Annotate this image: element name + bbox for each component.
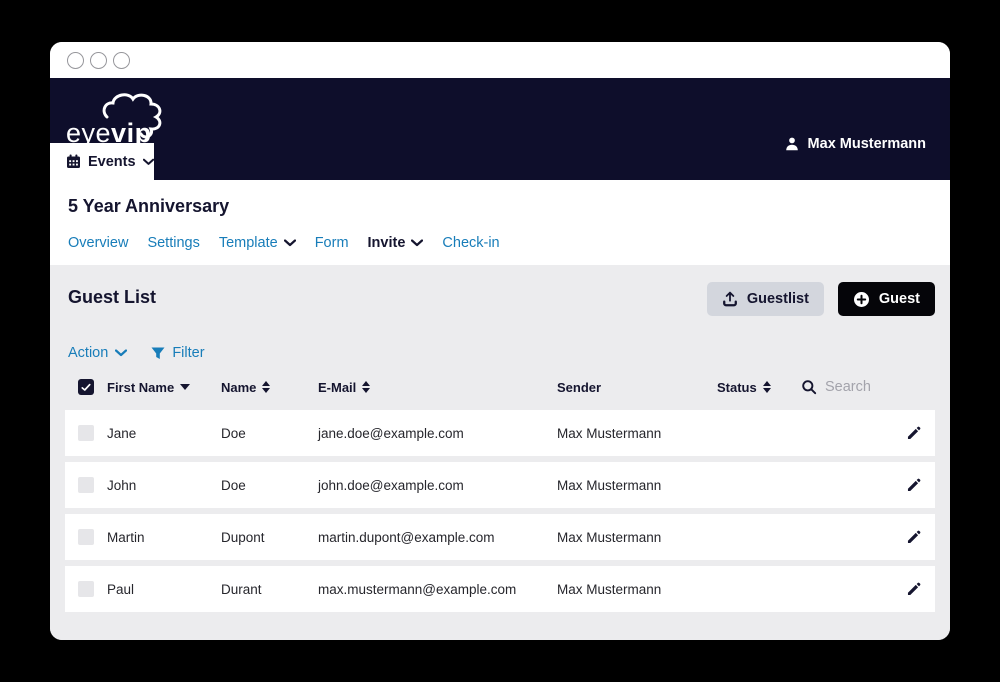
row-checkbox[interactable]	[78, 425, 94, 441]
column-header-name[interactable]: Name	[221, 380, 318, 395]
cell-first-name: John	[107, 477, 137, 493]
edit-guest-button[interactable]	[906, 529, 922, 545]
cell-name: Dupont	[221, 529, 265, 545]
guest-list-section: Guest List Guestlist Guest Action Filter…	[50, 265, 950, 640]
event-section: 5 Year Anniversary Overview Settings Tem…	[50, 180, 950, 265]
sort-desc-icon[interactable]	[180, 384, 191, 390]
column-header-first-name[interactable]: First Name	[107, 380, 221, 395]
select-all-checkbox[interactable]	[78, 379, 94, 395]
action-label: Action	[68, 345, 109, 361]
check-icon	[81, 383, 91, 391]
action-dropdown[interactable]: Action	[68, 345, 128, 361]
app-header: eye vip Max Mustermann Events	[50, 78, 950, 180]
cell-sender: Max Mustermann	[557, 425, 662, 441]
nav-tab-events[interactable]: Events	[50, 143, 154, 180]
cell-name: Durant	[221, 581, 262, 597]
guest-list-actions: Guestlist Guest	[706, 282, 935, 316]
cell-first-name: Martin	[107, 529, 145, 545]
window-control-icon[interactable]	[113, 51, 130, 69]
tab-form[interactable]: Form	[315, 235, 349, 251]
pencil-icon	[907, 530, 921, 544]
cell-name: Doe	[221, 477, 246, 493]
window-control-icon[interactable]	[90, 51, 107, 69]
cell-email: john.doe@example.com	[318, 477, 464, 493]
page-title: 5 Year Anniversary	[68, 196, 230, 216]
row-checkbox[interactable]	[78, 477, 94, 493]
user-menu[interactable]: Max Mustermann	[784, 136, 926, 152]
tab-invite[interactable]: Invite	[368, 235, 424, 251]
table-header: First Name Name E-Mail Sender Status	[65, 372, 935, 402]
cloud-icon	[102, 93, 162, 139]
edit-guest-button[interactable]	[906, 581, 922, 597]
edit-guest-button[interactable]	[906, 425, 922, 441]
upload-icon	[722, 291, 737, 307]
cell-sender: Max Mustermann	[557, 529, 662, 545]
row-checkbox[interactable]	[78, 581, 94, 597]
tab-template[interactable]: Template	[219, 235, 296, 251]
person-icon	[785, 137, 798, 151]
events-tab-label: Events	[88, 153, 136, 170]
window-control-icon[interactable]	[67, 51, 84, 69]
cell-sender: Max Mustermann	[557, 581, 662, 597]
chevron-down-icon	[142, 158, 154, 165]
filter-button[interactable]: Filter	[151, 345, 205, 361]
cell-name: Doe	[221, 425, 246, 441]
tab-overview[interactable]: Overview	[68, 235, 128, 251]
tab-checkin[interactable]: Check-in	[442, 235, 499, 251]
column-header-sender: Sender	[557, 379, 602, 395]
chevron-down-icon	[115, 349, 128, 357]
app-window: eye vip Max Mustermann Events 5 Year Ann…	[50, 42, 950, 640]
column-header-status[interactable]: Status	[717, 380, 801, 395]
calendar-icon	[67, 154, 80, 168]
guest-table-body: Jane Doe jane.doe@example.com Max Muster…	[65, 410, 935, 618]
cell-sender: Max Mustermann	[557, 477, 662, 493]
add-guest-button[interactable]: Guest	[837, 282, 935, 316]
table-search	[801, 378, 927, 396]
cell-email: martin.dupont@example.com	[318, 529, 495, 545]
guest-list-title: Guest List	[68, 287, 157, 307]
cell-first-name: Paul	[107, 581, 135, 597]
sort-icon[interactable]	[762, 381, 771, 393]
sort-icon[interactable]	[262, 381, 271, 393]
filter-label: Filter	[172, 345, 205, 361]
pencil-icon	[907, 426, 921, 440]
event-nav: Overview Settings Template Form Invite C…	[68, 235, 500, 251]
pencil-icon	[907, 582, 921, 596]
pencil-icon	[907, 478, 921, 492]
guest-button-label: Guest	[878, 291, 920, 307]
window-titlebar	[50, 42, 950, 78]
table-row: Martin Dupont martin.dupont@example.com …	[65, 514, 935, 560]
column-header-email[interactable]: E-Mail	[318, 380, 557, 395]
row-checkbox[interactable]	[78, 529, 94, 545]
cell-email: max.mustermann@example.com	[318, 581, 517, 597]
table-toolbar: Action Filter	[68, 345, 205, 361]
cell-first-name: Jane	[107, 425, 137, 441]
table-row: Jane Doe jane.doe@example.com Max Muster…	[65, 410, 935, 456]
tab-settings[interactable]: Settings	[147, 235, 199, 251]
chevron-down-icon	[411, 239, 424, 247]
search-input[interactable]	[823, 378, 927, 396]
chevron-down-icon	[283, 239, 296, 247]
table-row: Paul Durant max.mustermann@example.com M…	[65, 566, 935, 612]
cell-email: jane.doe@example.com	[318, 425, 464, 441]
table-row: John Doe john.doe@example.com Max Muster…	[65, 462, 935, 508]
guestlist-upload-button[interactable]: Guestlist	[706, 282, 824, 316]
edit-guest-button[interactable]	[906, 477, 922, 493]
filter-funnel-icon	[151, 347, 165, 359]
user-name: Max Mustermann	[807, 136, 926, 152]
guestlist-button-label: Guestlist	[746, 291, 809, 307]
plus-circle-icon	[853, 291, 869, 307]
sort-icon[interactable]	[362, 381, 371, 393]
search-icon	[802, 380, 817, 395]
